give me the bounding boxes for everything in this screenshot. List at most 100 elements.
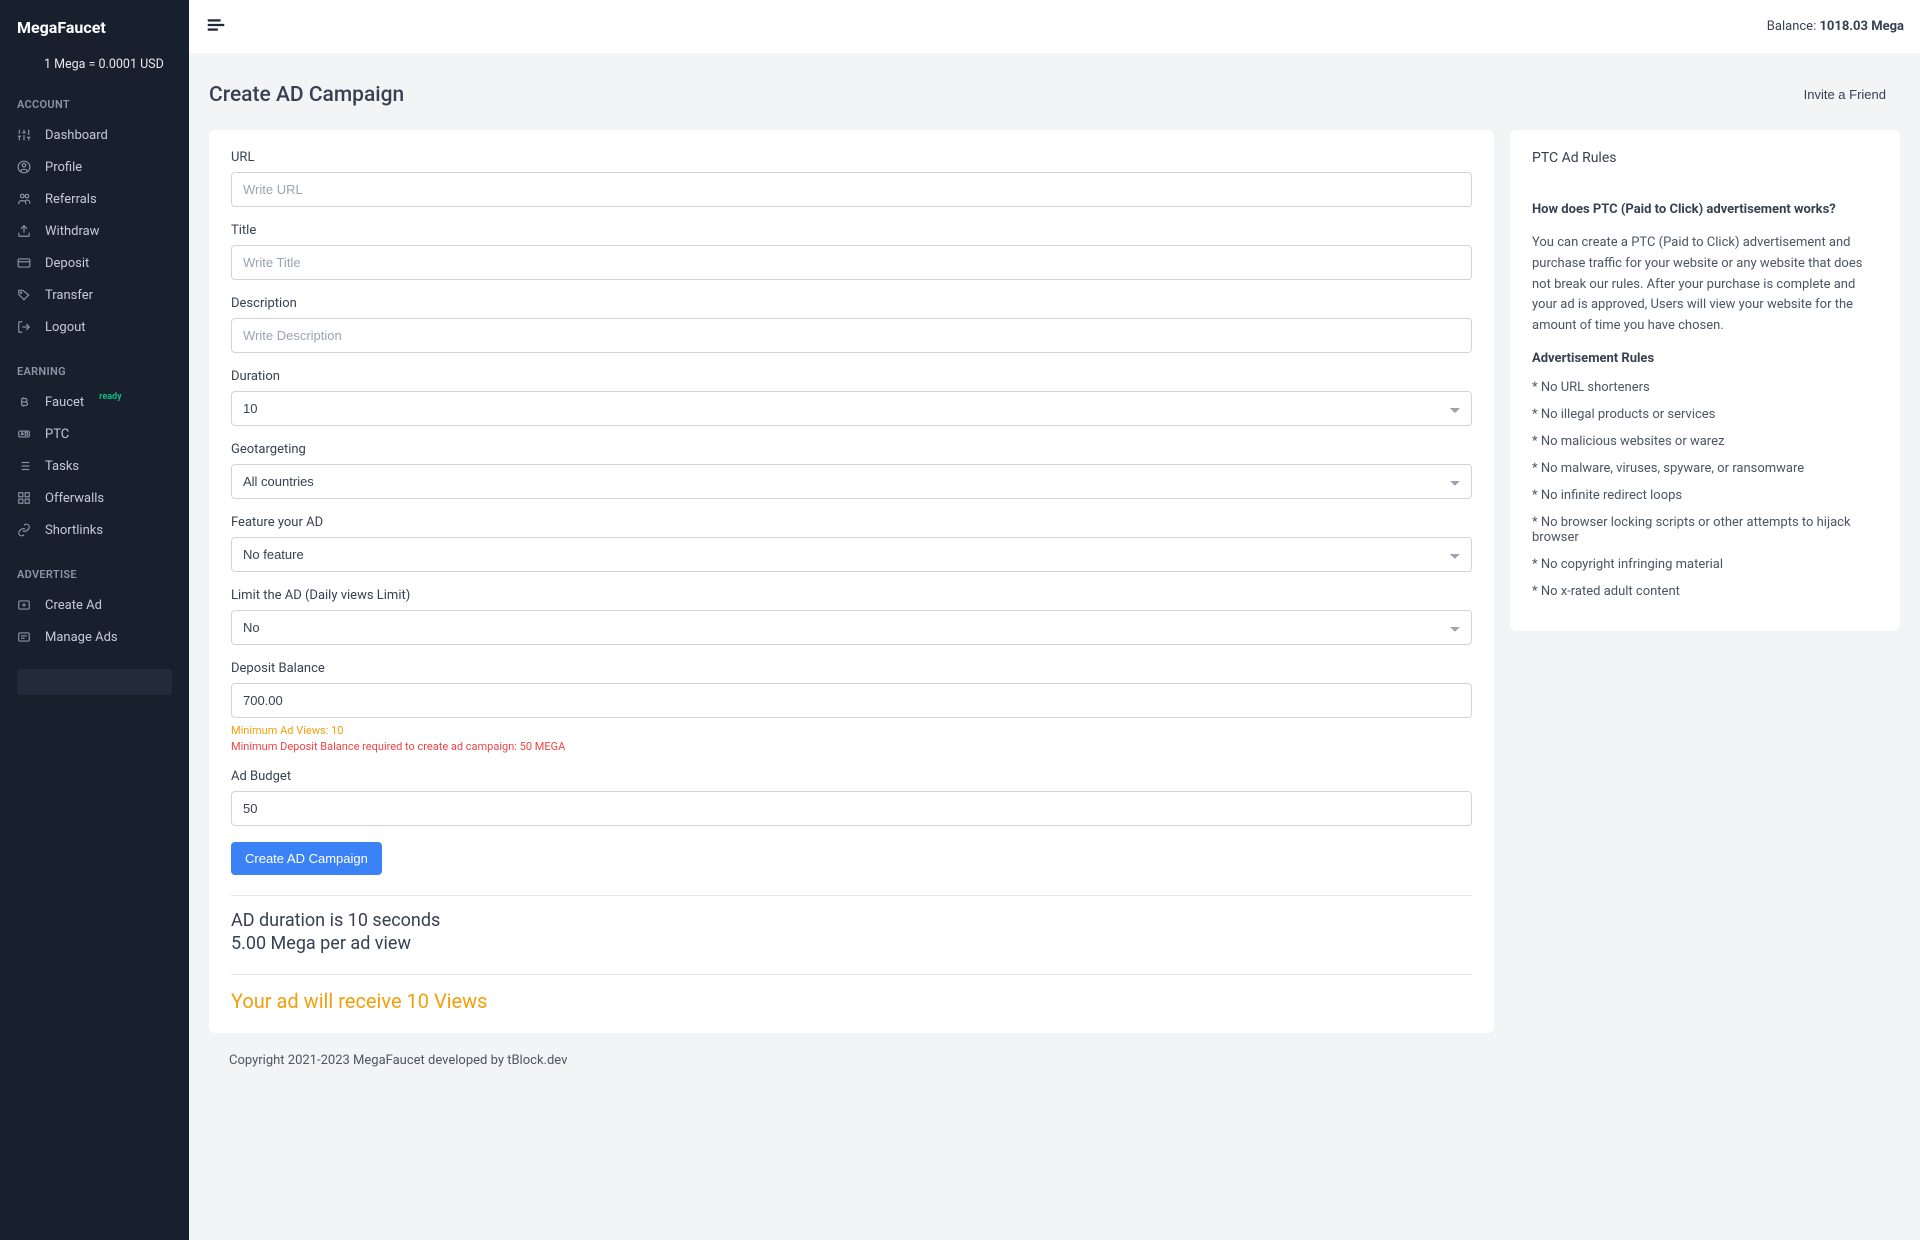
title-label: Title bbox=[231, 223, 1472, 238]
nav-label: Shortlinks bbox=[45, 523, 103, 538]
nav-create-ad[interactable]: Create Ad bbox=[0, 589, 189, 621]
nav-withdraw[interactable]: Withdraw bbox=[0, 215, 189, 247]
nav-faucet[interactable]: Faucet ready bbox=[0, 386, 189, 418]
footer: Copyright 2021-2023 MegaFaucet developed… bbox=[209, 1033, 1900, 1088]
nav-offerwalls[interactable]: Offerwalls bbox=[0, 482, 189, 514]
main: Balance: 1018.03 Mega Create AD Campaign… bbox=[189, 0, 1920, 1240]
balance-label: Balance: bbox=[1767, 19, 1820, 34]
users-icon bbox=[17, 192, 31, 206]
nav-label: Faucet bbox=[45, 395, 84, 410]
user-icon bbox=[17, 160, 31, 174]
manage-icon bbox=[17, 630, 31, 644]
nav-shortlinks[interactable]: Shortlinks bbox=[0, 514, 189, 546]
upload-icon bbox=[17, 224, 31, 238]
url-label: URL bbox=[231, 150, 1472, 165]
nav-label: Deposit bbox=[45, 256, 89, 271]
nav-label: Profile bbox=[45, 160, 82, 175]
section-head-earning: EARNING bbox=[0, 357, 189, 386]
description-input[interactable] bbox=[231, 318, 1472, 353]
menu-toggle[interactable] bbox=[205, 14, 227, 40]
hamburger-icon bbox=[205, 14, 227, 36]
url-input[interactable] bbox=[231, 172, 1472, 207]
balance-value: 1018.03 Mega bbox=[1819, 19, 1904, 34]
link-icon bbox=[17, 523, 31, 537]
list-icon bbox=[17, 459, 31, 473]
budget-input[interactable] bbox=[231, 791, 1472, 826]
nav-ptc[interactable]: PTC bbox=[0, 418, 189, 450]
nav-label: Offerwalls bbox=[45, 491, 104, 506]
rules-paragraph: You can create a PTC (Paid to Click) adv… bbox=[1532, 233, 1878, 337]
ad-icon bbox=[17, 427, 31, 441]
rule-item: * No browser locking scripts or other at… bbox=[1532, 515, 1878, 545]
sliders-icon bbox=[17, 128, 31, 142]
nav-referrals[interactable]: Referrals bbox=[0, 183, 189, 215]
nav-dashboard[interactable]: Dashboard bbox=[0, 119, 189, 151]
nav-profile[interactable]: Profile bbox=[0, 151, 189, 183]
rules-title: PTC Ad Rules bbox=[1532, 150, 1878, 166]
budget-label: Ad Budget bbox=[231, 769, 1472, 784]
nav-transfer[interactable]: Transfer bbox=[0, 279, 189, 311]
duration-label: Duration bbox=[231, 369, 1472, 384]
content: Create AD Campaign Invite a Friend URL T… bbox=[189, 53, 1920, 1108]
description-label: Description bbox=[231, 296, 1472, 311]
rule-item: * No x-rated adult content bbox=[1532, 584, 1878, 599]
balance-display: Balance: 1018.03 Mega bbox=[1767, 19, 1904, 34]
nav-logout[interactable]: Logout bbox=[0, 311, 189, 343]
summary-views: Your ad will receive 10 Views bbox=[231, 989, 1472, 1013]
nav-tasks[interactable]: Tasks bbox=[0, 450, 189, 482]
nav-label: Create Ad bbox=[45, 598, 102, 613]
nav-label: Withdraw bbox=[45, 224, 99, 239]
topbar: Balance: 1018.03 Mega bbox=[189, 0, 1920, 53]
deposit-label: Deposit Balance bbox=[231, 661, 1472, 676]
rules-question: How does PTC (Paid to Click) advertiseme… bbox=[1532, 202, 1878, 217]
nav-label: Referrals bbox=[45, 192, 97, 207]
nav-label: Dashboard bbox=[45, 128, 108, 143]
summary-cost: 5.00 Mega per ad view bbox=[231, 933, 1472, 954]
invite-friend-button[interactable]: Invite a Friend bbox=[1790, 79, 1900, 110]
section-head-advertise: ADVERTISE bbox=[0, 560, 189, 589]
nav-label: PTC bbox=[45, 427, 69, 442]
brand-title: MegaFaucet bbox=[0, 14, 189, 47]
tag-icon bbox=[17, 288, 31, 302]
nav-label: Transfer bbox=[45, 288, 93, 303]
logout-icon bbox=[17, 320, 31, 334]
create-icon bbox=[17, 598, 31, 612]
feature-label: Feature your AD bbox=[231, 515, 1472, 530]
limit-label: Limit the AD (Daily views Limit) bbox=[231, 588, 1472, 603]
nav-label: Tasks bbox=[45, 459, 79, 474]
nav-manage-ads[interactable]: Manage Ads bbox=[0, 621, 189, 653]
hint-min-deposit: Minimum Deposit Balance required to crea… bbox=[231, 740, 1472, 753]
ready-badge: ready bbox=[99, 392, 122, 402]
rule-item: * No malicious websites or warez bbox=[1532, 434, 1878, 449]
limit-select[interactable]: No bbox=[231, 610, 1472, 645]
rule-item: * No infinite redirect loops bbox=[1532, 488, 1878, 503]
divider bbox=[231, 895, 1472, 896]
title-input[interactable] bbox=[231, 245, 1472, 280]
grid-icon bbox=[17, 491, 31, 505]
duration-select[interactable]: 10 bbox=[231, 391, 1472, 426]
feature-select[interactable]: No feature bbox=[231, 537, 1472, 572]
sidebar-placeholder bbox=[17, 669, 172, 695]
divider bbox=[231, 974, 1472, 975]
rule-item: * No URL shorteners bbox=[1532, 380, 1878, 395]
nav-label: Logout bbox=[45, 320, 86, 335]
rule-item: * No malware, viruses, spyware, or ranso… bbox=[1532, 461, 1878, 476]
rule-item: * No illegal products or services bbox=[1532, 407, 1878, 422]
sidebar: MegaFaucet 1 Mega = 0.0001 USD ACCOUNT D… bbox=[0, 0, 189, 1240]
exchange-rate: 1 Mega = 0.0001 USD bbox=[0, 47, 189, 90]
page-title: Create AD Campaign bbox=[209, 83, 404, 107]
rules-heading: Advertisement Rules bbox=[1532, 351, 1878, 366]
create-campaign-button[interactable]: Create AD Campaign bbox=[231, 842, 382, 875]
form-card: URL Title Description Duration 10 bbox=[209, 130, 1494, 1033]
rules-card: PTC Ad Rules How does PTC (Paid to Click… bbox=[1510, 130, 1900, 631]
geo-select[interactable]: All countries bbox=[231, 464, 1472, 499]
hint-min-views: Minimum Ad Views: 10 bbox=[231, 724, 1472, 737]
deposit-input[interactable] bbox=[231, 683, 1472, 718]
nav-deposit[interactable]: Deposit bbox=[0, 247, 189, 279]
nav-label: Manage Ads bbox=[45, 630, 118, 645]
summary-duration: AD duration is 10 seconds bbox=[231, 910, 1472, 931]
rule-item: * No copyright infringing material bbox=[1532, 557, 1878, 572]
bitcoin-icon bbox=[17, 395, 31, 409]
section-head-account: ACCOUNT bbox=[0, 90, 189, 119]
geo-label: Geotargeting bbox=[231, 442, 1472, 457]
